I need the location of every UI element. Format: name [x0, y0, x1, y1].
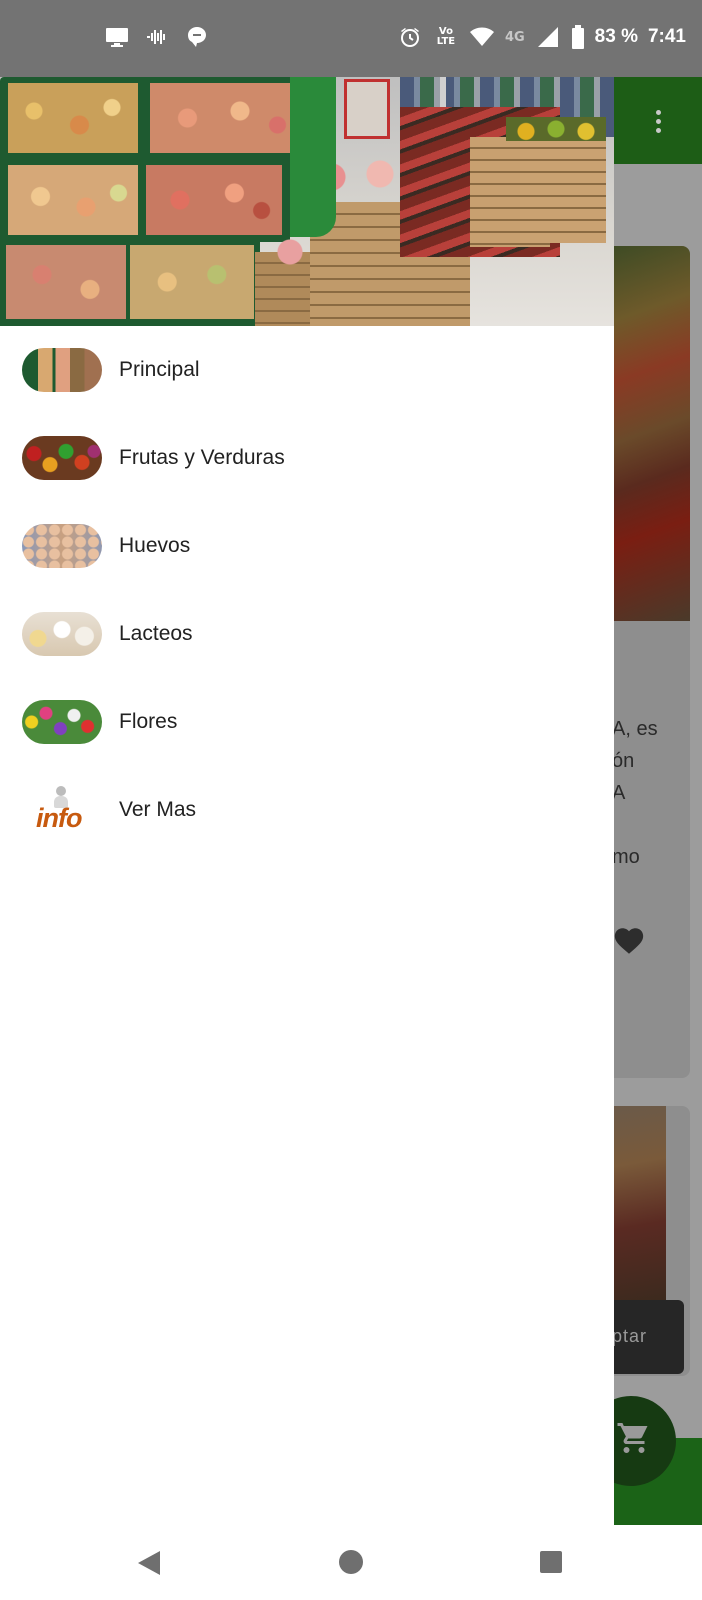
eggs-thumb-icon [22, 524, 102, 568]
fruits-vegetables-thumb-icon [22, 436, 102, 480]
header-crate [8, 165, 138, 235]
header-green-sign [290, 77, 336, 237]
header-crate [8, 83, 138, 153]
dairy-thumb-icon [22, 612, 102, 656]
back-icon[interactable] [136, 1549, 162, 1577]
header-price-tag [344, 79, 390, 139]
menu-label: Frutas y Verduras [119, 446, 285, 469]
card-text-line: A [612, 782, 626, 804]
wifi-icon [469, 24, 495, 50]
menu-item-lacteos[interactable]: Lacteos [0, 590, 614, 678]
audio-wave-icon [144, 24, 170, 50]
signal-icon [535, 24, 561, 50]
menu-label: Principal [119, 358, 200, 381]
messaging-icon [184, 24, 210, 50]
menu-label: Huevos [119, 534, 191, 557]
status-bar-left [104, 24, 210, 50]
home-icon[interactable] [339, 1550, 363, 1574]
menu-item-principal[interactable]: Principal [0, 326, 614, 414]
menu-label: Flores [119, 710, 178, 733]
network-4g-label: 4G [504, 29, 525, 45]
volte-bottom-label: LTE [436, 36, 456, 47]
flowers-thumb-icon [22, 700, 102, 744]
overflow-menu-icon[interactable] [656, 110, 662, 137]
info-thumb-icon: info [34, 786, 94, 834]
screen-cast-icon [104, 24, 130, 50]
alarm-icon [397, 24, 423, 50]
shopping-cart-icon [616, 1420, 656, 1460]
header-wood-bin [520, 137, 606, 243]
navigation-drawer: Principal Frutas y Verduras Huevos Lacte… [0, 77, 614, 1525]
volte-icon: Vo LTE [433, 24, 459, 50]
drawer-header-image [0, 77, 614, 326]
header-crate [6, 245, 126, 319]
info-thumb-label: info [36, 803, 82, 833]
header-crate [146, 165, 282, 235]
menu-item-huevos[interactable]: Huevos [0, 502, 614, 590]
battery-percent: 83 % [594, 26, 638, 47]
menu-item-ver-mas[interactable]: info Ver Mas [0, 766, 614, 854]
heart-icon[interactable] [612, 924, 646, 958]
header-crate [150, 83, 300, 153]
menu-label: Ver Mas [119, 798, 197, 821]
header-produce-top [506, 117, 606, 141]
menu-item-flores[interactable]: Flores [0, 678, 614, 766]
status-bar-right: Vo LTE 4G 83 % 7:41 [397, 24, 686, 50]
status-bar: Vo LTE 4G 83 % 7:41 [0, 0, 702, 77]
battery-icon [571, 24, 585, 50]
card-text-line: mo [612, 846, 640, 868]
recents-icon[interactable] [540, 1551, 562, 1573]
snackbar-action[interactable]: ptar [612, 1326, 647, 1347]
menu-label: Lacteos [119, 622, 193, 645]
supermarket-thumb-icon [22, 348, 102, 392]
drawer-menu: Principal Frutas y Verduras Huevos Lacte… [0, 326, 614, 854]
card-text-line: ón [612, 750, 635, 772]
clock: 7:41 [647, 26, 686, 47]
menu-item-frutas-y-verduras[interactable]: Frutas y Verduras [0, 414, 614, 502]
card-text-line: A, es [612, 718, 658, 740]
system-navigation-bar [0, 1525, 702, 1600]
header-crate [130, 245, 254, 319]
